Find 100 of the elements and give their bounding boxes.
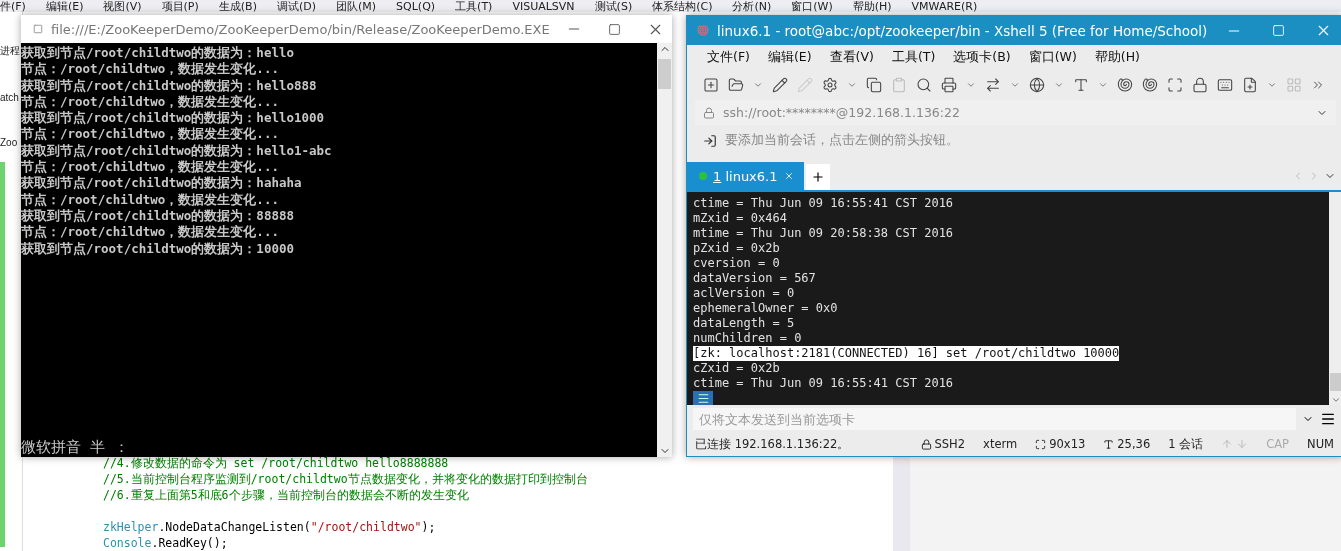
menu-icon xyxy=(696,391,710,405)
console-line: 获取到节点/root/childtwo的数据为：hello1-abc xyxy=(21,142,333,160)
terminal-line: mtime = Thu Jun 09 20:58:38 CST 2016 xyxy=(693,226,954,241)
new-window-icon[interactable] xyxy=(703,77,719,93)
console-line: 获取到节点/root/childtwo的数据为：hello1000 xyxy=(21,110,326,127)
code-token: "/root/childtwo" xyxy=(310,520,422,534)
code-comment: //5.当前控制台程序监测到/root/childtwo节点数据变化，并将变化的数据打印到控制台 xyxy=(103,471,589,487)
shell-icon[interactable] xyxy=(1142,77,1158,93)
menu-item[interactable]: 窗口(W) xyxy=(1028,49,1077,66)
caret-icon[interactable] xyxy=(966,80,976,90)
protocol-text: SSH2 xyxy=(934,437,966,451)
copy-icon[interactable] xyxy=(866,77,882,93)
cursor-position-text: 25,36 xyxy=(1117,437,1151,451)
plus-icon xyxy=(810,170,825,184)
terminal-line: dataLength = 5 xyxy=(693,316,795,331)
send-input-field[interactable]: 仅将文本发送到当前选项卡 xyxy=(693,408,1296,430)
keyboard-icon[interactable] xyxy=(1217,77,1233,93)
paste-icon[interactable] xyxy=(891,77,907,93)
window-title: file:///E:/ZooKeeperDemo/ZooKeeperDemo/bin/Release/ZooKeeperDemo.EXE xyxy=(51,21,550,37)
menu-item[interactable]: 帮助(H) xyxy=(1094,49,1140,66)
settings-icon[interactable] xyxy=(822,77,838,93)
menu-item[interactable]: 件(F) xyxy=(0,0,26,12)
menu-item[interactable]: 团队(M) xyxy=(336,0,377,12)
menu-item[interactable]: VISUALSVN xyxy=(512,0,575,12)
terminal-line: pZxid = 0x2b xyxy=(693,241,780,256)
menu-item[interactable]: 体系结构(C) xyxy=(652,0,713,12)
globe-icon[interactable] xyxy=(1029,77,1045,93)
shell-icon[interactable] xyxy=(1117,77,1133,93)
transfer-icon[interactable] xyxy=(985,77,1001,93)
scroll-thumb[interactable] xyxy=(1330,373,1341,391)
folder-icon[interactable] xyxy=(728,77,744,93)
terminal[interactable] xyxy=(687,190,1341,405)
menu-icon[interactable] xyxy=(1320,411,1336,427)
menu-item[interactable]: SQL(Q) xyxy=(396,0,436,12)
caret-icon[interactable] xyxy=(1267,80,1277,90)
up-arrow-icon xyxy=(1221,438,1234,450)
scroll-down-icon[interactable] xyxy=(1330,395,1341,405)
scroll-thumb[interactable] xyxy=(658,59,671,89)
menu-item[interactable]: 文件(F) xyxy=(707,49,750,66)
menu-item[interactable]: 项目(P) xyxy=(161,0,199,12)
menu-item[interactable]: 窗口(W) xyxy=(791,0,833,12)
fullscreen-icon[interactable] xyxy=(1167,77,1183,93)
console-line: 获取到节点/root/childtwo的数据为：10000 xyxy=(21,240,295,257)
maximize-icon[interactable] xyxy=(608,22,622,36)
add-file-icon[interactable] xyxy=(1242,77,1258,93)
caret-icon[interactable] xyxy=(847,80,857,90)
console-line: 节点：/root/childtwo，数据发生变化... xyxy=(21,159,280,176)
terminal-line: dataVersion = 567 xyxy=(693,271,816,286)
menu-item[interactable]: 帮助(H) xyxy=(852,0,892,12)
menu-item[interactable]: 分析(N) xyxy=(732,0,772,12)
session-tab[interactable]: 1 linux6.1 xyxy=(687,162,804,190)
panel-label: atch xyxy=(0,92,20,103)
menu-item[interactable]: 查看(V) xyxy=(829,49,874,66)
console-line: 节点：/root/childtwo，数据发生变化... xyxy=(21,93,280,111)
font-icon[interactable] xyxy=(1073,77,1089,93)
resize-icon xyxy=(1035,438,1047,450)
arrow-icon[interactable] xyxy=(703,133,717,148)
console-line: 获取到节点/root/childtwo的数据为：88888 xyxy=(21,207,295,225)
menu-item[interactable]: 测试(S) xyxy=(594,0,633,12)
connection-status: 已连接 192.168.1.136:22。 xyxy=(695,436,850,452)
more-icon[interactable] xyxy=(1311,78,1325,92)
console-line: 获取到节点/root/childtwo的数据为：hahaha xyxy=(21,175,303,192)
session-count-text: 1 会话 xyxy=(1168,436,1204,452)
terminal-line: aclVersion = 0 xyxy=(693,286,795,301)
app-logo-icon xyxy=(697,23,710,38)
terminal-line: ctime = Thu Jun 09 16:55:41 CST 2016 xyxy=(693,196,954,211)
console-app-icon xyxy=(33,22,43,36)
caret-icon[interactable] xyxy=(753,80,763,90)
menu-item[interactable]: 编辑(E) xyxy=(767,49,812,66)
menu-item[interactable]: 调试(D) xyxy=(276,0,316,12)
caret-icon[interactable] xyxy=(1098,80,1108,90)
pencil-icon[interactable] xyxy=(772,77,788,93)
caret-icon[interactable] xyxy=(1054,80,1064,90)
layout-icon[interactable] xyxy=(1286,77,1302,93)
menu-item[interactable]: 工具(T) xyxy=(891,49,936,66)
menu-button[interactable] xyxy=(693,391,713,405)
terminal-line: cversion = 0 xyxy=(693,256,780,271)
panel-label: 进程 xyxy=(0,44,21,58)
add-tab-button[interactable] xyxy=(805,164,830,190)
menu-item[interactable]: VMWARE(R) xyxy=(911,0,978,12)
scrollbar[interactable] xyxy=(1329,192,1341,405)
lock-icon[interactable] xyxy=(1192,77,1208,93)
maximize-icon[interactable] xyxy=(1272,24,1286,37)
code-token: Console xyxy=(103,536,152,550)
caret-icon[interactable] xyxy=(1010,80,1020,90)
console-line: 节点：/root/childtwo，数据发生变化... xyxy=(21,126,280,143)
hint-text: 要添加当前会话，点击左侧的箭头按钮。 xyxy=(725,132,960,149)
tab-label: 1 linux6.1 xyxy=(713,168,778,184)
search-icon[interactable] xyxy=(916,77,932,93)
menu-item[interactable]: 编辑(E) xyxy=(45,0,84,12)
menu-item[interactable]: 工具(T) xyxy=(455,0,493,12)
menu-item[interactable]: 生成(B) xyxy=(218,0,257,12)
menu-item[interactable]: 视图(V) xyxy=(103,0,142,12)
terminal-line: mZxid = 0x464 xyxy=(693,211,787,226)
menu-item[interactable]: 选项卡(B) xyxy=(953,49,1011,66)
console-line: 获取到节点/root/childtwo的数据为：hello xyxy=(21,45,295,62)
terminal-size-text: 90x13 xyxy=(1049,437,1086,451)
printer-icon[interactable] xyxy=(941,77,957,93)
scrollbar[interactable] xyxy=(657,43,672,457)
terminal-line: ephemeralOwner = 0x0 xyxy=(693,301,838,316)
